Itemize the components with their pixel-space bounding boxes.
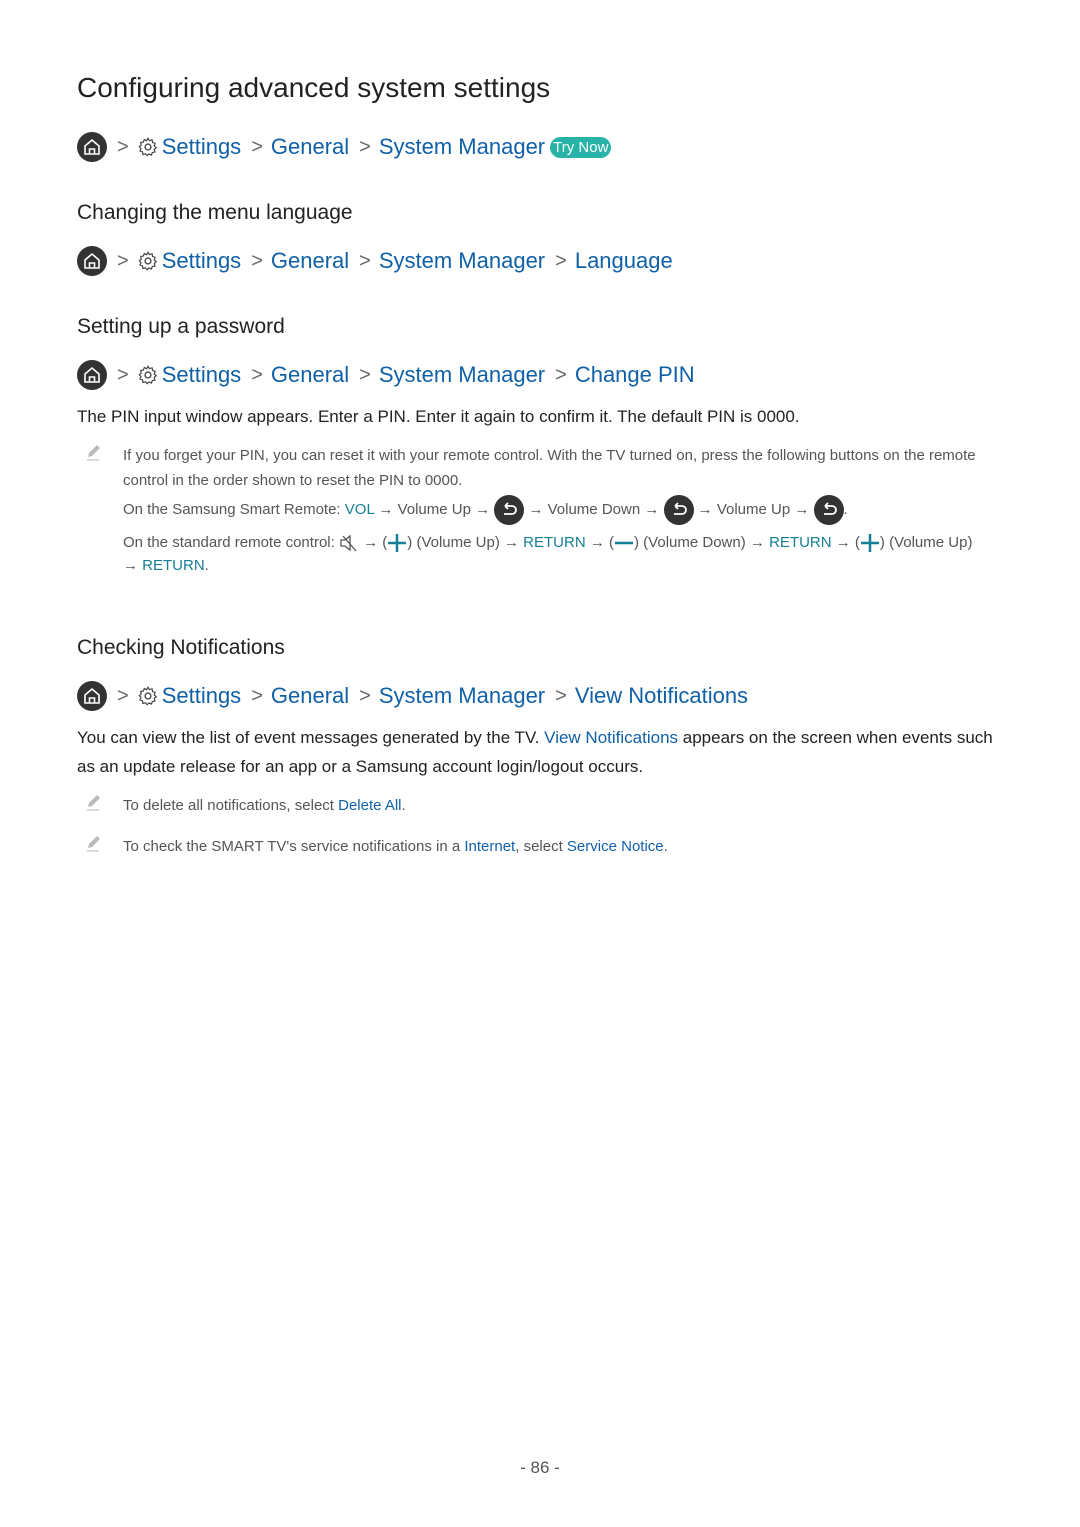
page-number: - 86 - bbox=[520, 1458, 560, 1477]
note-text: If you forget your PIN, you can reset it… bbox=[123, 447, 976, 489]
notifications-body-text: You can view the list of event messages … bbox=[77, 728, 993, 776]
gear-icon bbox=[137, 364, 159, 386]
breadcrumb-view-notifications[interactable]: View Notifications bbox=[575, 683, 748, 709]
chevron-right-icon: > bbox=[555, 249, 567, 272]
chevron-right-icon: > bbox=[117, 249, 129, 272]
home-icon bbox=[77, 681, 107, 711]
breadcrumb-system-manager[interactable]: System Manager bbox=[379, 248, 545, 274]
vol-button-label: VOL bbox=[344, 500, 375, 518]
page-title: Configuring advanced system settings bbox=[77, 72, 551, 103]
chevron-right-icon: > bbox=[359, 684, 371, 707]
view-notifications-link[interactable]: View Notifications bbox=[544, 728, 678, 747]
pencil-note-icon bbox=[85, 834, 103, 852]
standard-remote-sequence: On the standard remote control: → () (Vo… bbox=[123, 534, 973, 574]
service-notice-link[interactable]: Service Notice bbox=[567, 838, 664, 855]
return-label: RETURN bbox=[142, 557, 205, 574]
note-service-notice: To check the SMART TV's service notifica… bbox=[77, 834, 1002, 859]
delete-all-link[interactable]: Delete All bbox=[338, 797, 401, 814]
breadcrumb-view-notifications: > Settings > General > System Manager > … bbox=[77, 680, 748, 712]
breadcrumb-settings[interactable]: Settings bbox=[162, 248, 242, 274]
chevron-right-icon: > bbox=[555, 363, 567, 386]
plus-icon bbox=[860, 534, 879, 553]
return-button-icon bbox=[494, 495, 524, 525]
breadcrumb-settings[interactable]: Settings bbox=[162, 362, 242, 388]
breadcrumb-settings[interactable]: Settings bbox=[162, 683, 242, 709]
breadcrumb-general[interactable]: General bbox=[271, 362, 349, 388]
return-label: RETURN bbox=[769, 534, 832, 551]
home-icon bbox=[77, 360, 107, 390]
mute-icon bbox=[340, 534, 357, 552]
note-pin-reset: If you forget your PIN, you can reset it… bbox=[77, 443, 1002, 577]
breadcrumb-language: > Settings > General > System Manager > … bbox=[77, 245, 673, 277]
pencil-note-icon bbox=[85, 443, 103, 461]
breadcrumb-system-manager[interactable]: System Manager bbox=[379, 362, 545, 388]
section-heading-language: Changing the menu language bbox=[77, 201, 353, 224]
chevron-right-icon: > bbox=[251, 249, 263, 272]
pin-body-text: The PIN input window appears. Enter a PI… bbox=[77, 407, 800, 426]
internet-link[interactable]: Internet bbox=[464, 838, 515, 855]
chevron-right-icon: > bbox=[359, 249, 371, 272]
smart-remote-sequence: On the Samsung Smart Remote: VOL → Volum… bbox=[123, 495, 1002, 525]
gear-icon bbox=[137, 136, 159, 158]
breadcrumb-general[interactable]: General bbox=[271, 134, 349, 160]
chevron-right-icon: > bbox=[251, 135, 263, 158]
chevron-right-icon: > bbox=[359, 135, 371, 158]
section-heading-notifications: Checking Notifications bbox=[77, 636, 285, 659]
chevron-right-icon: > bbox=[251, 363, 263, 386]
breadcrumb-settings[interactable]: Settings bbox=[162, 134, 242, 160]
breadcrumb-language[interactable]: Language bbox=[575, 248, 673, 274]
chevron-right-icon: > bbox=[117, 363, 129, 386]
breadcrumb-general[interactable]: General bbox=[271, 248, 349, 274]
gear-icon bbox=[137, 250, 159, 272]
chevron-right-icon: > bbox=[117, 135, 129, 158]
breadcrumb-change-pin: > Settings > General > System Manager > … bbox=[77, 359, 695, 391]
try-now-button[interactable]: Try Now bbox=[550, 136, 612, 158]
breadcrumb-change-pin[interactable]: Change PIN bbox=[575, 362, 695, 388]
chevron-right-icon: > bbox=[251, 684, 263, 707]
return-button-icon bbox=[664, 495, 694, 525]
section-heading-password: Setting up a password bbox=[77, 315, 285, 338]
note-delete-all: To delete all notifications, select Dele… bbox=[77, 793, 1002, 818]
return-label: RETURN bbox=[523, 534, 586, 551]
chevron-right-icon: > bbox=[117, 684, 129, 707]
home-icon bbox=[77, 132, 107, 162]
plus-icon bbox=[388, 534, 407, 553]
minus-icon bbox=[615, 541, 634, 545]
breadcrumb-system-manager[interactable]: System Manager bbox=[379, 134, 545, 160]
breadcrumb-general[interactable]: General bbox=[271, 683, 349, 709]
home-icon bbox=[77, 246, 107, 276]
chevron-right-icon: > bbox=[555, 684, 567, 707]
breadcrumb-system-manager[interactable]: System Manager bbox=[379, 683, 545, 709]
gear-icon bbox=[137, 685, 159, 707]
pencil-note-icon bbox=[85, 793, 103, 811]
chevron-right-icon: > bbox=[359, 363, 371, 386]
return-button-icon bbox=[814, 495, 844, 525]
breadcrumb-system-manager: > Settings > General > System Manager Tr… bbox=[77, 131, 612, 163]
